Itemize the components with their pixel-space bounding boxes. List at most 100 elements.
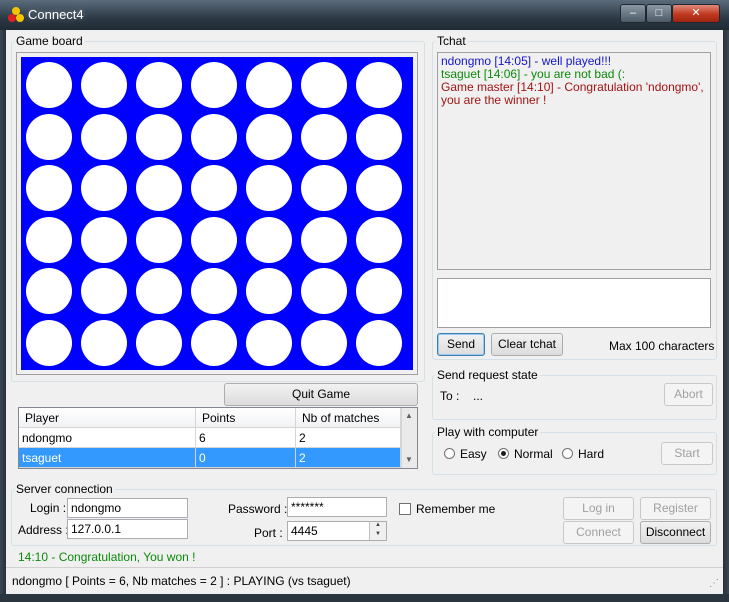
abort-button[interactable]: Abort — [664, 383, 713, 406]
max-characters-label: Max 100 characters — [609, 339, 715, 353]
scroll-down-icon[interactable]: ▼ — [405, 455, 413, 464]
board-cell-empty[interactable] — [136, 113, 182, 160]
send-button[interactable]: Send — [437, 333, 485, 356]
start-button[interactable]: Start — [661, 442, 713, 465]
game-board-grid[interactable] — [21, 57, 413, 370]
chat-input[interactable] — [437, 278, 711, 328]
radio-normal[interactable] — [498, 448, 509, 459]
board-cell-empty[interactable] — [191, 216, 237, 263]
password-field[interactable]: ******* — [287, 497, 387, 517]
table-cell-points-selected[interactable]: 0 — [196, 448, 296, 468]
board-cell-empty[interactable] — [81, 113, 127, 160]
board-cell-empty[interactable] — [136, 216, 182, 263]
board-cell-empty[interactable] — [301, 165, 347, 211]
connect-button[interactable]: Connect — [563, 521, 634, 544]
app-icon — [8, 7, 24, 23]
board-cell-empty[interactable] — [301, 113, 347, 160]
board-cell-empty[interactable] — [81, 319, 127, 366]
board-cell-empty[interactable] — [136, 165, 182, 211]
board-cell-empty[interactable] — [246, 319, 292, 366]
board-cell-empty[interactable] — [356, 216, 402, 263]
board-cell-empty[interactable] — [356, 319, 402, 366]
board-cell-empty[interactable] — [26, 165, 72, 211]
board-cell-empty[interactable] — [246, 165, 292, 211]
board-cell-empty[interactable] — [246, 113, 292, 160]
server-legend: Server connection — [16, 482, 113, 496]
board-cell-empty[interactable] — [301, 268, 347, 314]
board-cell-empty[interactable] — [246, 216, 292, 263]
board-cell-empty[interactable] — [191, 319, 237, 366]
table-cell-matches-selected[interactable]: 2 — [296, 448, 401, 468]
login-label: Login : — [30, 501, 67, 515]
board-cell-empty[interactable] — [191, 165, 237, 211]
board-cell-empty[interactable] — [136, 62, 182, 108]
remember-me-checkbox[interactable] — [399, 503, 411, 515]
board-cell-empty[interactable] — [26, 319, 72, 366]
close-icon: ✕ — [691, 7, 701, 19]
radio-easy[interactable] — [444, 448, 455, 459]
minimize-button[interactable]: – — [620, 4, 646, 23]
board-cell-empty[interactable] — [81, 268, 127, 314]
status-message: 14:10 - Congratulation, You won ! — [18, 550, 196, 564]
board-cell-empty[interactable] — [26, 216, 72, 263]
table-scrollbar[interactable]: ▲ ▼ — [401, 408, 417, 468]
port-label: Port : — [254, 526, 283, 540]
resize-grip-icon[interactable]: ⋰ — [709, 578, 719, 589]
board-cell-empty[interactable] — [246, 62, 292, 108]
board-cell-empty[interactable] — [356, 165, 402, 211]
radio-normal-label[interactable]: Normal — [514, 447, 553, 461]
address-field[interactable]: 127.0.0.1 — [67, 519, 188, 539]
address-label: Address : — [18, 523, 69, 537]
board-cell-empty[interactable] — [356, 113, 402, 160]
table-cell-matches[interactable]: 2 — [296, 428, 401, 448]
board-cell-empty[interactable] — [301, 319, 347, 366]
chat-log[interactable]: ndongmo [14:05] - well played!!! tsaguet… — [437, 52, 711, 270]
board-cell-empty[interactable] — [136, 319, 182, 366]
stepper-down-icon[interactable]: ▼ — [375, 531, 381, 537]
column-header-player[interactable]: Player — [19, 408, 196, 428]
board-cell-empty[interactable] — [26, 62, 72, 108]
stepper-up-icon[interactable]: ▲ — [375, 522, 381, 528]
radio-easy-label[interactable]: Easy — [460, 447, 487, 461]
board-cell-empty[interactable] — [356, 62, 402, 108]
board-cell-empty[interactable] — [136, 268, 182, 314]
board-cell-empty[interactable] — [191, 113, 237, 160]
chat-legend: Tchat — [437, 34, 466, 48]
maximize-button[interactable]: □ — [646, 4, 672, 23]
board-cell-empty[interactable] — [356, 268, 402, 314]
scores-table: Player Points Nb of matches ndongmo 6 2 … — [18, 407, 418, 469]
register-button[interactable]: Register — [640, 497, 711, 520]
column-header-matches[interactable]: Nb of matches — [296, 408, 401, 428]
disconnect-button[interactable]: Disconnect — [640, 521, 711, 544]
board-cell-empty[interactable] — [81, 216, 127, 263]
board-cell-empty[interactable] — [301, 216, 347, 263]
board-cell-empty[interactable] — [246, 268, 292, 314]
radio-hard-label[interactable]: Hard — [578, 447, 604, 461]
board-cell-empty[interactable] — [26, 268, 72, 314]
board-cell-empty[interactable] — [81, 62, 127, 108]
board-cell-empty[interactable] — [301, 62, 347, 108]
clear-chat-button[interactable]: Clear tchat — [491, 333, 563, 356]
close-button[interactable]: ✕ — [672, 4, 720, 23]
scroll-up-icon[interactable]: ▲ — [405, 411, 413, 420]
window-title: Connect4 — [28, 7, 84, 22]
remember-me-label[interactable]: Remember me — [416, 502, 495, 516]
window-border-right — [723, 30, 729, 602]
quit-game-button[interactable]: Quit Game — [224, 383, 418, 406]
chat-message: Game master [14:10] - Congratulation 'nd… — [441, 80, 704, 107]
board-cell-empty[interactable] — [191, 62, 237, 108]
board-cell-empty[interactable] — [81, 165, 127, 211]
port-stepper[interactable]: ▲ ▼ — [369, 522, 386, 540]
maximize-icon: □ — [655, 7, 663, 19]
table-cell-player[interactable]: ndongmo — [19, 428, 196, 448]
board-cell-empty[interactable] — [191, 268, 237, 314]
column-header-points[interactable]: Points — [196, 408, 296, 428]
status-bar: ndongmo [ Points = 6, Nb matches = 2 ] :… — [6, 567, 723, 594]
login-field[interactable]: ndongmo — [67, 498, 188, 518]
table-cell-points[interactable]: 6 — [196, 428, 296, 448]
log-in-button[interactable]: Log in — [563, 497, 634, 520]
table-cell-player-selected[interactable]: tsaguet — [19, 448, 196, 468]
radio-hard[interactable] — [562, 448, 573, 459]
to-label: To : — [440, 389, 460, 403]
board-cell-empty[interactable] — [26, 113, 72, 160]
